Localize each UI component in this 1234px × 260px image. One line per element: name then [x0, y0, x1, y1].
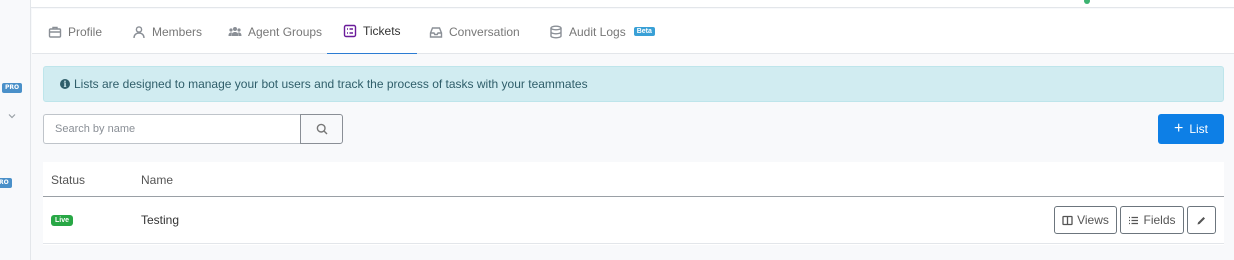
column-header-status: Status	[51, 173, 86, 187]
plus-icon: +	[1173, 120, 1184, 137]
pencil-icon	[1197, 216, 1205, 224]
views-button[interactable]: Views	[1054, 206, 1117, 234]
views-label: Views	[1077, 213, 1109, 227]
tab-label: Profile	[68, 24, 103, 39]
tab-label: Audit Logs	[569, 24, 626, 39]
lists-table: Status Name Live Testing Views Fields	[43, 162, 1224, 245]
alert-text: Lists are designed to manage your bot us…	[74, 77, 588, 91]
pro-badge: PRO	[2, 83, 23, 93]
search-button[interactable]	[300, 114, 343, 144]
fields-label: Fields	[1143, 213, 1176, 227]
inbox-icon	[429, 26, 443, 38]
left-sidebar-strip: PRO RO	[0, 0, 31, 260]
tab-bar: Profile Members Agent Groups Tickets Con…	[32, 9, 1234, 54]
user-icon	[133, 25, 145, 38]
fields-button[interactable]: Fields	[1120, 206, 1184, 234]
users-icon	[228, 26, 242, 36]
tab-label: Tickets	[363, 24, 401, 38]
database-icon	[550, 25, 562, 39]
tab-members[interactable]: Members	[116, 9, 218, 54]
search-input[interactable]	[43, 114, 300, 144]
row-name[interactable]: Testing	[141, 213, 179, 227]
tab-label: Conversation	[449, 24, 520, 39]
tab-tickets[interactable]: Tickets	[327, 9, 417, 54]
tab-agent-groups[interactable]: Agent Groups	[212, 9, 338, 54]
tab-conversation[interactable]: Conversation	[413, 9, 536, 54]
info-icon: i	[60, 79, 70, 89]
table-row[interactable]: Live Testing Views Fields	[43, 197, 1224, 244]
list-icon	[1129, 216, 1139, 224]
status-badge: Live	[51, 215, 74, 226]
table-header: Status Name	[43, 162, 1224, 197]
top-bar	[0, 0, 1234, 8]
columns-icon	[1062, 215, 1073, 225]
tab-audit-logs[interactable]: Audit Logs Beta	[533, 9, 671, 54]
tab-label: Agent Groups	[248, 24, 323, 39]
chevron-down-icon[interactable]	[7, 111, 17, 121]
status-dot	[1084, 0, 1090, 4]
column-header-name: Name	[141, 173, 174, 187]
beta-badge: Beta	[633, 27, 655, 36]
pro-badge: RO	[0, 178, 12, 188]
ticket-list-icon	[343, 24, 357, 38]
add-list-button[interactable]: + List	[1158, 114, 1224, 144]
search-group	[43, 114, 343, 144]
info-alert: i Lists are designed to manage your bot …	[43, 66, 1224, 102]
tab-profile[interactable]: Profile	[32, 9, 118, 54]
edit-button[interactable]	[1187, 206, 1216, 234]
add-list-label: List	[1189, 122, 1209, 136]
tab-label: Members	[152, 24, 203, 39]
briefcase-icon	[48, 26, 62, 38]
search-icon	[316, 123, 327, 135]
